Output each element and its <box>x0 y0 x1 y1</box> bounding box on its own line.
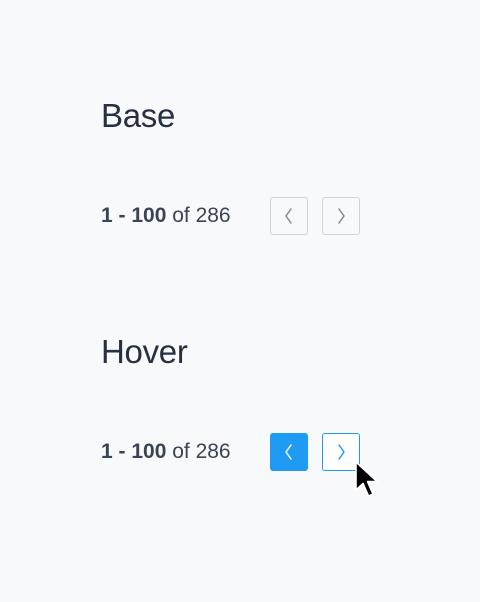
chevron-right-icon <box>338 444 345 460</box>
mouse-pointer-icon <box>355 461 378 497</box>
prev-page-button[interactable] <box>270 197 308 235</box>
chevron-left-icon <box>285 208 292 224</box>
range-total: of 286 <box>166 440 231 463</box>
chevron-left-icon <box>285 444 292 460</box>
chevron-right-icon <box>338 208 345 224</box>
range-current: 1 - 100 <box>101 440 167 463</box>
prev-page-button-hover[interactable] <box>270 433 308 471</box>
hover-section: Hover <box>101 335 188 368</box>
next-page-button[interactable] <box>322 197 360 235</box>
pagination-hover: 1 - 100 of 286 <box>101 432 374 472</box>
range-text: 1 - 100 of 286 <box>101 204 270 228</box>
section-title-hover: Hover <box>101 333 188 370</box>
range-current: 1 - 100 <box>101 204 167 227</box>
pagination-base: 1 - 100 of 286 <box>101 196 374 236</box>
section-title-base: Base <box>101 97 176 134</box>
range-text: 1 - 100 of 286 <box>101 440 270 464</box>
range-total: of 286 <box>166 204 231 227</box>
base-section: Base <box>101 99 175 132</box>
